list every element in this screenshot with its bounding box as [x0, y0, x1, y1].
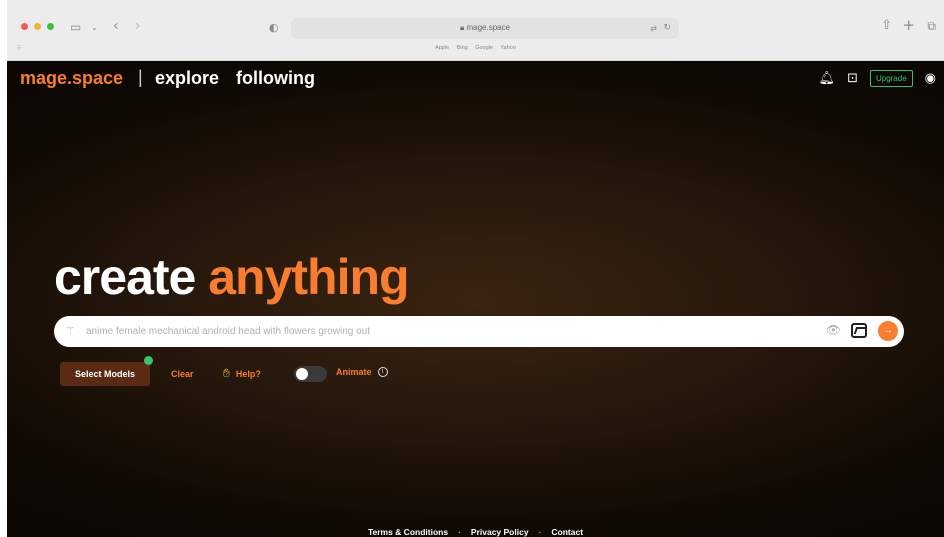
brand-logo[interactable]: mage.space	[20, 68, 123, 89]
nav-following[interactable]: following	[236, 68, 315, 89]
clear-button[interactable]: Clear	[171, 369, 194, 379]
minimize-window-button[interactable]	[34, 23, 41, 30]
eye-icon[interactable]: 👁︎	[826, 323, 841, 337]
footer-privacy-link[interactable]: Privacy Policy	[471, 527, 529, 537]
generate-button[interactable]: →	[878, 321, 898, 341]
footer-separator: ·	[458, 527, 461, 537]
share-icon[interactable]: ⇧	[881, 19, 892, 32]
favorite-yahoo[interactable]: Yahoo	[500, 45, 516, 51]
select-models-button[interactable]: Select Models	[60, 362, 150, 386]
hero-heading: create anything	[54, 248, 410, 306]
nav-actions: 🔔︎ ⊡ Upgrade ◉	[819, 70, 936, 87]
new-tab-icon[interactable]: +	[902, 18, 915, 33]
footer-contact-link[interactable]: Contact	[551, 527, 583, 537]
prompt-input[interactable]	[86, 321, 786, 342]
help-label: Help?	[235, 368, 261, 379]
address-text[interactable]: 🔒︎ mage.space	[291, 23, 679, 33]
waving-hand-icon: ✋︎	[223, 366, 230, 380]
browser-toolbar: ▭ ⌄ ‹ › ◐ 🔒︎ mage.space ⇄ ↻ Apple Bing G…	[7, 0, 944, 61]
page-content: mage.space | explore following 🔔︎ ⊡ Upgr…	[7, 61, 944, 537]
top-nav: mage.space | explore following 🔔︎ ⊡ Upgr…	[7, 61, 944, 97]
lock-icon: 🔒︎	[459, 23, 465, 32]
magic-wand-icon: ⚚	[65, 324, 76, 338]
footer-separator: ·	[538, 527, 542, 537]
nav-separator: |	[138, 67, 143, 87]
favorite-bing[interactable]: Bing	[457, 45, 468, 51]
animate-option: Animate i	[336, 367, 388, 377]
account-icon[interactable]: ◉	[925, 71, 936, 86]
sidebar-icon[interactable]: ▭	[70, 21, 81, 33]
window-controls	[21, 23, 54, 30]
translate-icon[interactable]: ⇄	[650, 23, 657, 35]
footer: Terms & Conditions · Privacy Policy · Co…	[7, 527, 944, 537]
favorite-google[interactable]: Google	[475, 45, 493, 51]
zoom-window-button[interactable]	[47, 23, 54, 30]
discord-icon[interactable]: ⊡	[847, 71, 858, 86]
hero-word-create: create	[54, 249, 196, 305]
tabs-overview-icon[interactable]: ⧉	[927, 20, 936, 32]
animate-toggle[interactable]	[294, 366, 327, 382]
animate-label[interactable]: Animate	[336, 367, 372, 377]
toggle-knob	[296, 368, 308, 380]
upgrade-button[interactable]: Upgrade	[869, 70, 913, 87]
apps-grid-icon[interactable]: ⠿	[17, 45, 21, 52]
prompt-controls: Select Models Clear ✋︎ Help? Animate i	[60, 356, 460, 386]
close-window-button[interactable]	[21, 23, 28, 30]
forward-icon[interactable]: ›	[135, 19, 141, 33]
favorite-apple[interactable]: Apple	[435, 45, 449, 51]
chevron-down-icon[interactable]: ⌄	[91, 22, 98, 34]
favorites-bar: Apple Bing Google Yahoo	[7, 45, 944, 51]
image-icon[interactable]	[851, 323, 867, 338]
nav-explore[interactable]: explore	[155, 68, 219, 89]
prompt-bar: ⚚ 👁︎ →	[54, 316, 904, 347]
hero-word-anything: anything	[208, 249, 409, 305]
footer-terms-link[interactable]: Terms & Conditions	[368, 527, 448, 537]
info-icon[interactable]: i	[377, 367, 388, 377]
status-dot	[144, 356, 153, 365]
reload-icon[interactable]: ↻	[663, 22, 671, 34]
back-icon[interactable]: ‹	[113, 19, 119, 33]
window-left-edge	[0, 0, 7, 537]
help-button[interactable]: ✋︎ Help?	[223, 366, 261, 381]
shield-icon[interactable]: ◐	[269, 22, 279, 34]
url-text: mage.space	[466, 23, 511, 32]
address-bar[interactable]: 🔒︎ mage.space ⇄ ↻	[291, 18, 679, 39]
bell-icon[interactable]: 🔔︎	[819, 71, 836, 86]
